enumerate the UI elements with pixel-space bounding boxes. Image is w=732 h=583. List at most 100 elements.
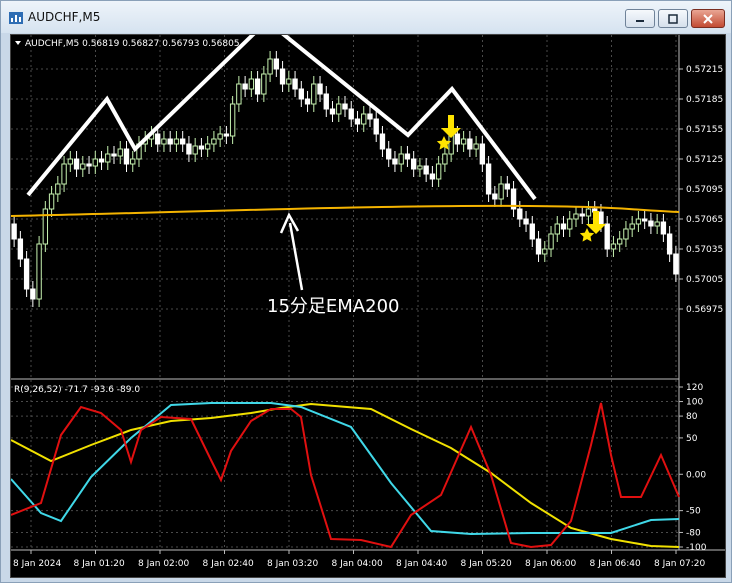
- price-label: 0.57005: [686, 275, 723, 285]
- candle-body: [67, 158, 73, 165]
- candle-body: [286, 78, 292, 85]
- candle-body: [261, 73, 267, 95]
- candle-body: [273, 58, 280, 70]
- candle-body: [311, 83, 317, 105]
- chart-info-label: AUDCHF,M5 0.56819 0.56827 0.56793 0.5680…: [25, 39, 240, 49]
- candle-body: [167, 138, 173, 145]
- candle-body: [485, 163, 492, 195]
- candle-body: [367, 113, 373, 120]
- indicator-level-label: -80: [686, 528, 701, 538]
- candle-body: [635, 218, 642, 225]
- indicator-level-label: 120: [686, 383, 703, 393]
- indicator-level-label: -100: [686, 543, 707, 553]
- close-icon: [703, 13, 713, 24]
- candle-body: [417, 165, 423, 170]
- candle-body: [604, 223, 610, 250]
- price-label: 0.57035: [686, 245, 723, 255]
- candle-body: [336, 103, 342, 115]
- window-title: AUDCHF,M5: [28, 10, 101, 24]
- candle-body: [435, 163, 442, 180]
- title-bar[interactable]: AUDCHF,M5: [1, 1, 731, 33]
- candle-body: [329, 108, 336, 115]
- candle-body: [598, 211, 604, 225]
- time-label: 8 Jan 07:20: [654, 559, 706, 569]
- candle-body: [317, 83, 323, 95]
- minimize-icon: [636, 19, 644, 22]
- candle-body: [429, 173, 436, 180]
- candle-body: [117, 148, 123, 157]
- time-label: 8 Jan 01:20: [74, 559, 126, 569]
- candle-body: [548, 233, 554, 250]
- candle-body: [379, 133, 386, 150]
- candle-body: [23, 258, 30, 290]
- candle-body: [617, 238, 623, 245]
- price-chart[interactable]: 15分足EMA200 AUDCHF,M5 0.56819 0.56827 0.5…: [10, 18, 725, 577]
- candle-body: [211, 138, 217, 145]
- chart-area[interactable]: 15分足EMA200 AUDCHF,M5 0.56819 0.56827 0.5…: [10, 18, 726, 578]
- candle-body: [30, 288, 36, 300]
- indicator-axis: 120 100 80 50 0.00 -50 -80 -100: [679, 383, 707, 553]
- candle-body: [17, 238, 24, 260]
- pattern-overlay-line: [26, 18, 537, 201]
- candle-body: [467, 138, 473, 150]
- candle-body: [529, 223, 535, 240]
- time-label: 8 Jan 04:00: [332, 559, 384, 569]
- candle-body: [173, 138, 180, 145]
- ema200-line: [10, 204, 680, 217]
- candle-body: [80, 163, 86, 170]
- candle-body: [229, 103, 236, 137]
- candle-body: [86, 163, 92, 167]
- candle-body: [179, 138, 186, 145]
- candle-body: [36, 243, 42, 300]
- candle-body: [641, 218, 648, 222]
- candle-body: [410, 158, 417, 170]
- time-label: 8 Jan 06:00: [525, 559, 577, 569]
- candle-body: [186, 143, 192, 155]
- candle-body: [498, 183, 504, 200]
- candle-body: [579, 213, 585, 217]
- candle-body: [161, 138, 167, 145]
- candle-body: [442, 153, 448, 165]
- candle-body: [48, 193, 55, 210]
- indicator-header: R(9,26,52) -71.7 -93.6 -89.0: [14, 385, 140, 395]
- candle-body: [279, 68, 286, 85]
- candle-body: [204, 143, 211, 150]
- candle-body: [560, 223, 567, 230]
- ema-annotation-label: 15分足EMA200: [267, 296, 399, 317]
- indicator-level-label: 0.00: [686, 470, 706, 480]
- candle-body: [198, 145, 205, 150]
- candle-body: [623, 228, 629, 240]
- time-label: 8 Jan 05:20: [461, 559, 513, 569]
- candle-body: [242, 83, 248, 90]
- time-label: 8 Jan 02:40: [203, 559, 255, 569]
- price-label: 0.57215: [686, 65, 723, 75]
- candle-body: [342, 103, 348, 110]
- indicator-level-label: 100: [686, 398, 703, 408]
- minimize-button[interactable]: [625, 9, 655, 28]
- price-label: 0.57155: [686, 125, 723, 135]
- candle-body: [11, 223, 17, 240]
- candle-body: [354, 118, 361, 125]
- candle-body: [648, 220, 654, 227]
- candle-body: [392, 158, 398, 165]
- candle-body: [236, 83, 242, 105]
- maximize-icon: [668, 13, 678, 24]
- close-button[interactable]: [691, 9, 725, 28]
- chart-app-icon: [9, 12, 23, 24]
- candle-body: [504, 183, 511, 190]
- candle-body: [123, 148, 130, 165]
- candle-body: [404, 153, 411, 160]
- candle-body: [660, 221, 667, 235]
- maximize-button[interactable]: [658, 9, 688, 28]
- candle-body: [304, 98, 311, 105]
- candle-body: [248, 78, 255, 90]
- candle-body: [55, 183, 61, 195]
- candle-body: [130, 158, 136, 165]
- candle-body: [98, 158, 105, 163]
- collapse-triangle-icon[interactable]: [15, 41, 21, 45]
- time-axis: 8 Jan 2024 8 Jan 01:20 8 Jan 02:00 8 Jan 02…: [13, 550, 706, 569]
- candle-body: [523, 218, 529, 225]
- candle-body: [423, 165, 429, 175]
- candle-body: [554, 223, 560, 235]
- candlestick-series: [11, 51, 679, 307]
